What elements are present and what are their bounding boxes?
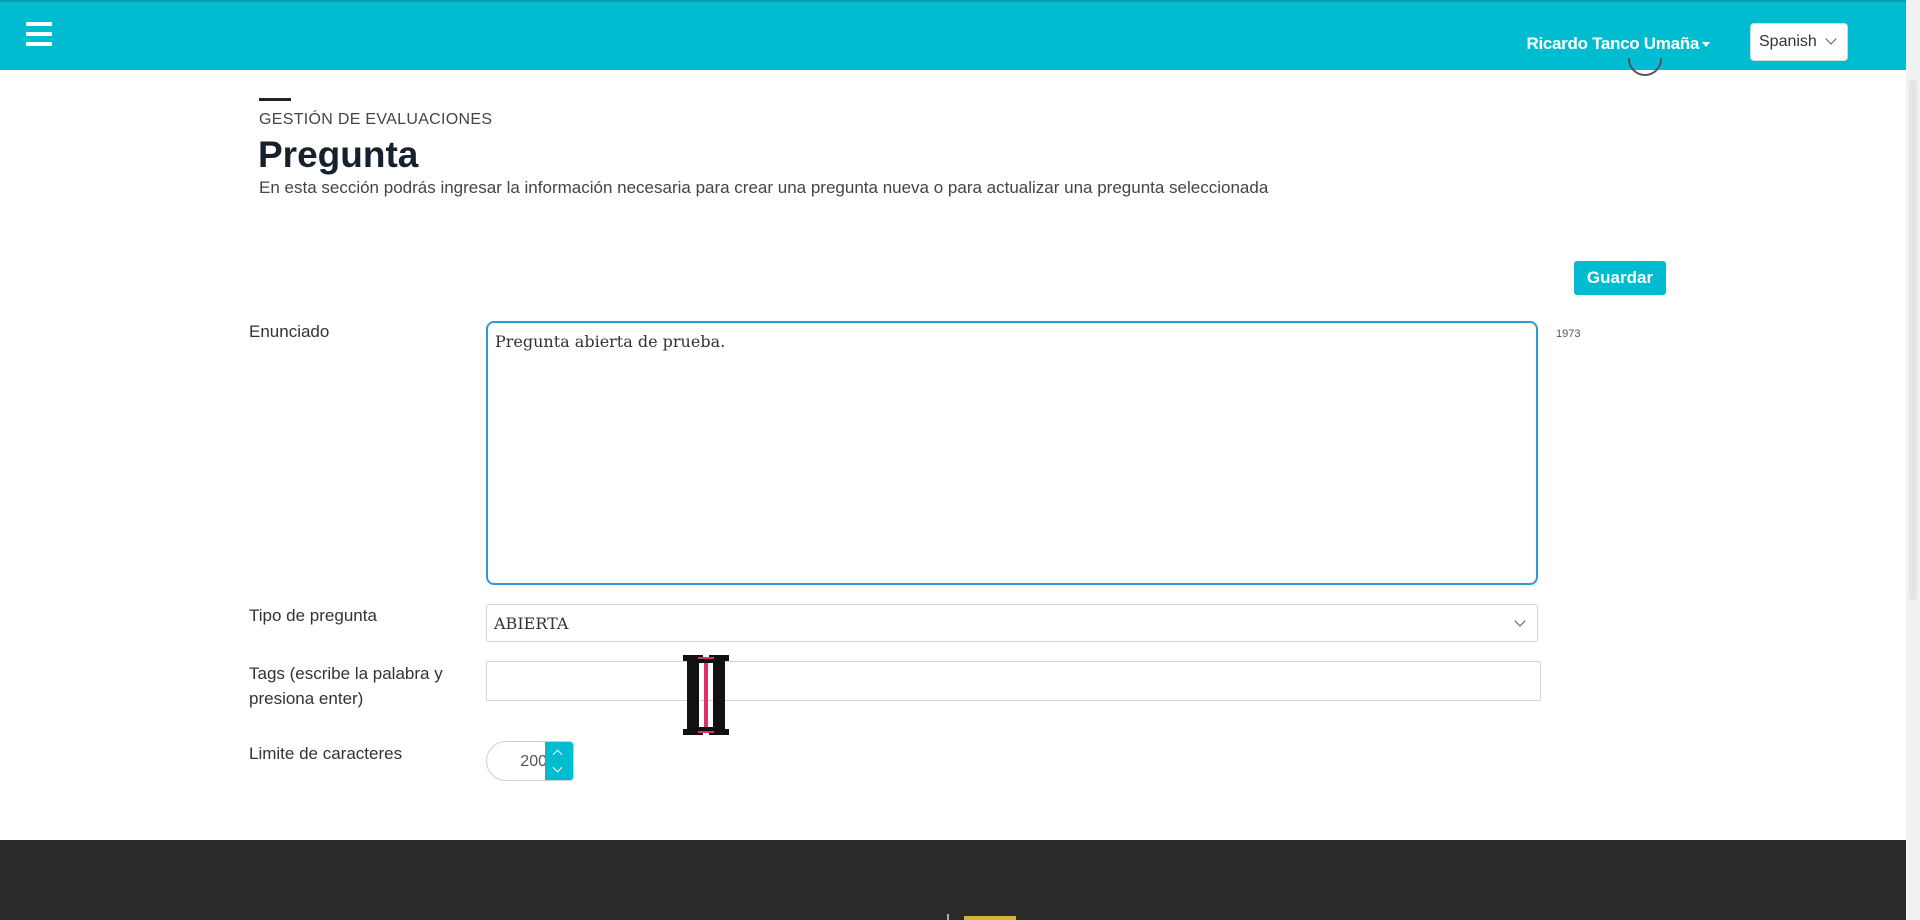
scrollbar-thumb[interactable] xyxy=(1909,80,1917,600)
question-type-label: Tipo de pregunta xyxy=(249,606,377,625)
hamburger-menu-icon[interactable] xyxy=(26,22,52,46)
tags-input[interactable] xyxy=(486,661,1541,701)
top-navigation-bar: Ricardo Tanco Umaña Spanish xyxy=(0,0,1906,70)
user-name: Ricardo Tanco Umaña xyxy=(1526,34,1699,53)
footer-divider xyxy=(947,914,949,920)
user-menu-dropdown[interactable]: Ricardo Tanco Umaña xyxy=(1526,34,1710,54)
caret-down-icon xyxy=(1702,42,1710,48)
statement-label: Enunciado xyxy=(249,322,330,341)
language-select[interactable]: Spanish xyxy=(1750,23,1848,61)
char-limit-stepper[interactable]: 200 xyxy=(486,741,574,781)
question-type-select[interactable]: ABIERTA xyxy=(486,604,1538,642)
page-title: Pregunta xyxy=(258,134,419,175)
stepper-up-icon[interactable] xyxy=(552,749,563,760)
statement-textarea[interactable] xyxy=(486,321,1538,585)
page-description: En esta sección podrás ingresar la infor… xyxy=(259,178,1269,197)
save-button[interactable]: Guardar xyxy=(1574,261,1666,295)
chevron-down-icon xyxy=(1825,33,1837,45)
tags-label: Tags (escribe la palabra y presiona ente… xyxy=(249,664,443,708)
text-cursor-icon xyxy=(683,655,729,735)
question-type-value: ABIERTA xyxy=(494,614,569,633)
character-count: 1973 xyxy=(1556,328,1581,340)
stepper-down-icon[interactable] xyxy=(552,762,563,773)
footer-logo-fragment xyxy=(964,916,1016,920)
title-accent-line xyxy=(259,98,291,101)
language-value: Spanish xyxy=(1759,33,1817,50)
stepper-buttons xyxy=(545,742,573,780)
char-limit-value[interactable]: 200 xyxy=(487,753,547,771)
vertical-scrollbar[interactable] xyxy=(1906,0,1920,920)
section-label: GESTIÓN DE EVALUACIONES xyxy=(259,111,493,128)
page-footer xyxy=(0,840,1906,920)
help-circle-icon[interactable] xyxy=(1628,58,1662,76)
char-limit-label: Limite de caracteres xyxy=(249,744,403,763)
chevron-down-icon xyxy=(1514,615,1526,627)
